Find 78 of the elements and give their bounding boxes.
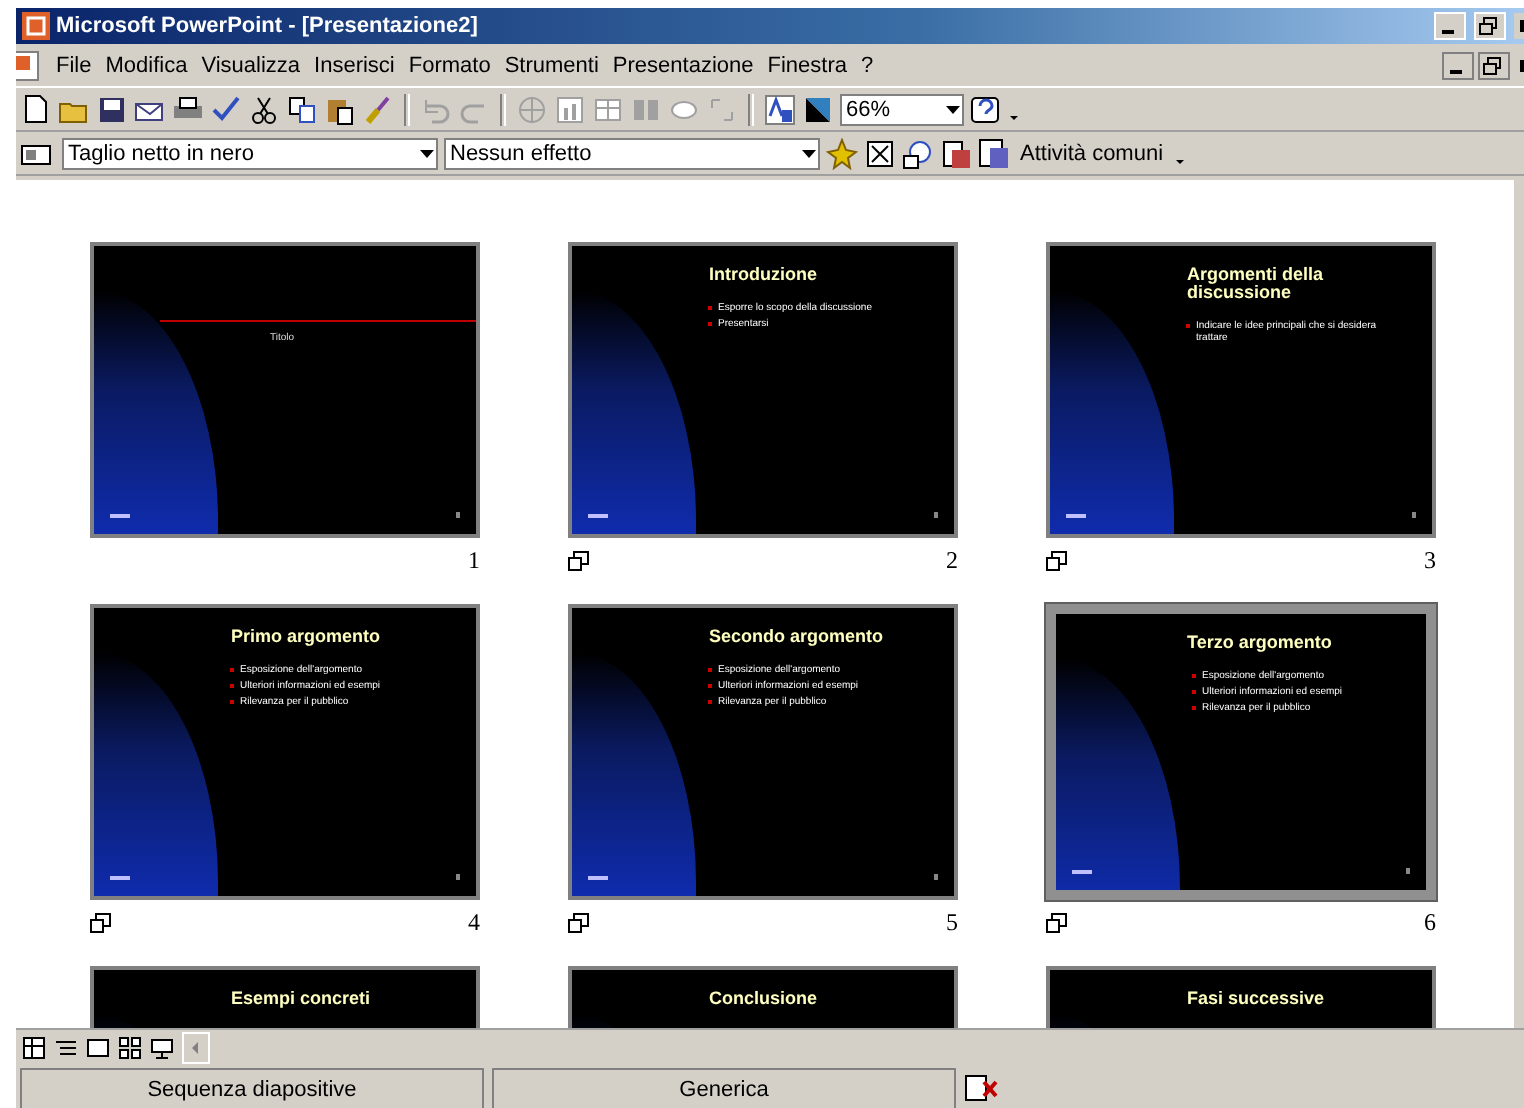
slide-number: 3 (1424, 545, 1436, 575)
zoom-dropdown[interactable]: 66% (840, 93, 964, 125)
slide-number: 4 (468, 907, 480, 937)
slide-title: Secondo argomento (709, 628, 886, 646)
window-title: Microsoft PowerPoint - [Presentazione2] (56, 14, 478, 38)
chart-icon[interactable] (554, 93, 586, 125)
document-icon (16, 49, 42, 81)
footer-mark (588, 876, 608, 880)
brush-icon[interactable] (362, 93, 394, 125)
hide-slide-icon[interactable] (864, 137, 896, 169)
effect-dropdown[interactable]: Nessun effetto (444, 137, 820, 169)
notes-icon[interactable] (978, 137, 1010, 169)
slide-thumbnail[interactable]: Esempi concreti (90, 966, 480, 1028)
slide-title: Fasi successive (1187, 990, 1327, 1008)
footer-mark (588, 514, 608, 518)
transition-icon[interactable] (1046, 911, 1068, 933)
slide-number: 5 (946, 907, 958, 937)
menu-item[interactable]: Formato (408, 53, 491, 77)
table-icon[interactable] (592, 93, 624, 125)
menu-item[interactable]: File (56, 53, 92, 77)
text-format-icon[interactable] (764, 93, 796, 125)
page-mark (456, 512, 460, 518)
slide-view-icon[interactable] (86, 1035, 110, 1059)
slide-number: 1 (468, 545, 480, 575)
spelling-status-icon (964, 1074, 1000, 1102)
page-mark (456, 874, 460, 880)
footer-mark (110, 514, 130, 518)
transition-icon[interactable] (568, 549, 590, 571)
slide-show-icon[interactable] (150, 1035, 174, 1059)
app-icon (22, 12, 50, 40)
rehearse-icon[interactable] (902, 137, 934, 169)
copy-icon[interactable] (286, 93, 318, 125)
minimize-icon[interactable] (1442, 51, 1474, 79)
page-mark (1412, 512, 1416, 518)
transition-icon[interactable] (90, 911, 112, 933)
menu-item[interactable]: ? (861, 53, 874, 77)
slide-title: Esempi concreti (231, 990, 373, 1008)
menu-item[interactable]: Finestra (767, 53, 847, 77)
transition-dropdown[interactable]: Taglio netto in nero (62, 137, 438, 169)
restore-icon[interactable] (1478, 51, 1510, 79)
page-mark (934, 874, 938, 880)
transition-icon[interactable] (568, 911, 590, 933)
normal-view-icon[interactable] (22, 1035, 46, 1059)
slide-title: Terzo argomento (1187, 634, 1334, 652)
menu-item[interactable]: Visualizza (201, 53, 301, 77)
transition-icon[interactable] (1046, 549, 1068, 571)
menu-item[interactable]: Presentazione (612, 53, 754, 77)
slide-thumbnail[interactable]: Conclusione (568, 966, 958, 1028)
new-document-icon[interactable] (20, 93, 52, 125)
status-panel: Sequenza diapositive (20, 1068, 484, 1108)
menu-item[interactable]: Modifica (105, 53, 188, 77)
spelling-icon[interactable] (210, 93, 242, 125)
menu-item[interactable]: Strumenti (504, 53, 599, 77)
footer-mark (1072, 870, 1092, 874)
footer-mark (1066, 514, 1086, 518)
page-mark (934, 512, 938, 518)
slide-number: 2 (946, 545, 958, 575)
summary-slide-icon[interactable] (940, 137, 972, 169)
slide-number: 6 (1424, 907, 1436, 937)
slide-title: Primo argomento (231, 628, 383, 646)
footer-mark (110, 876, 130, 880)
close-icon[interactable] (1514, 12, 1524, 40)
page-mark (1406, 868, 1410, 874)
sorter-view-icon[interactable] (118, 1035, 142, 1059)
common-tasks-button[interactable]: Attività comuni (1016, 141, 1168, 165)
scissors-icon[interactable] (248, 93, 280, 125)
slide-title: Conclusione (709, 990, 820, 1008)
status-panel: Generica (492, 1068, 956, 1108)
slide-title: Introduzione (709, 266, 819, 284)
help-icon[interactable] (970, 93, 1002, 125)
save-icon[interactable] (96, 93, 128, 125)
grayscale-icon[interactable] (802, 93, 834, 125)
outline-view-icon[interactable] (54, 1035, 78, 1059)
sparkle-icon[interactable] (826, 137, 858, 169)
scroll-left-icon[interactable] (182, 1031, 210, 1063)
slide-title: Argomenti della discussione (1187, 266, 1326, 302)
menu-item[interactable]: Inserisci (314, 53, 395, 77)
slide-thumbnail[interactable]: Fasi successive (1046, 966, 1436, 1028)
